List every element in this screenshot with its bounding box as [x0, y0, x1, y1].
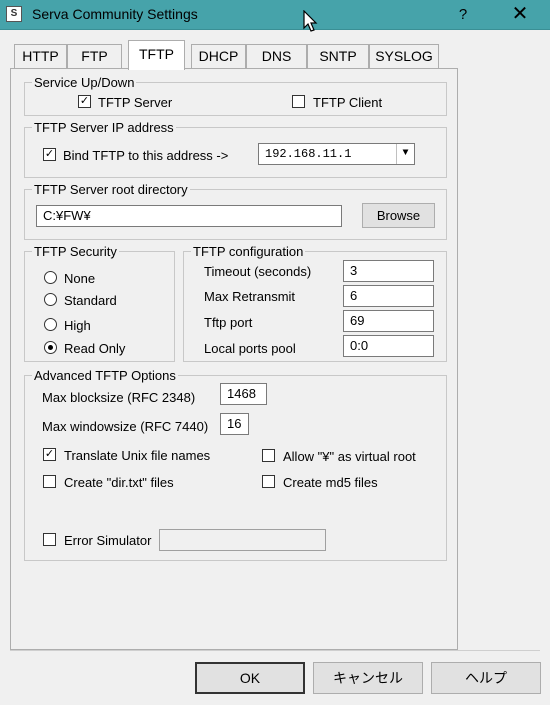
help-title-button[interactable]: ?	[450, 0, 476, 30]
tftp-client-checkbox[interactable]	[292, 95, 305, 108]
security-legend: TFTP Security	[32, 244, 119, 259]
bind-address-checkbox[interactable]: ✓	[43, 148, 56, 161]
max-retransmit-input[interactable]: 6	[343, 285, 434, 307]
title-bar: S Serva Community Settings ? ✕	[0, 0, 550, 32]
timeout-label: Timeout (seconds)	[204, 264, 312, 279]
virtual-root-checkbox[interactable]	[262, 449, 275, 462]
ip-address-combo[interactable]: 192.168.11.1 ▼	[258, 143, 415, 165]
security-standard-radio[interactable]	[44, 293, 57, 306]
separator	[10, 650, 540, 651]
create-dirtxt-label: Create "dir.txt" files	[64, 475, 174, 490]
tab-dhcp[interactable]: DHCP	[191, 44, 246, 68]
virtual-root-label: Allow "¥" as virtual root	[283, 449, 416, 464]
tftp-client-label: TFTP Client	[313, 95, 383, 110]
create-dirtxt-checkbox[interactable]	[43, 475, 56, 488]
tab-syslog[interactable]: SYSLOG	[369, 44, 439, 68]
ip-legend: TFTP Server IP address	[32, 120, 176, 135]
security-high-label: High	[64, 318, 91, 333]
security-high-radio[interactable]	[44, 318, 57, 331]
max-blocksize-input[interactable]: 1468	[220, 383, 267, 405]
security-read-only-radio[interactable]	[44, 341, 57, 354]
translate-unix-checkbox[interactable]: ✓	[43, 448, 56, 461]
tftp-server-label: TFTP Server	[98, 95, 173, 110]
tab-http[interactable]: HTTP	[14, 44, 67, 68]
max-windowsize-label: Max windowsize (RFC 7440)	[42, 419, 209, 434]
tab-dns[interactable]: DNS	[246, 44, 307, 68]
browse-button[interactable]: Browse	[362, 203, 435, 228]
bind-address-label: Bind TFTP to this address ->	[63, 148, 229, 163]
tftp-port-input[interactable]: 69	[343, 310, 434, 332]
app-icon: S	[6, 6, 22, 22]
local-ports-pool-input[interactable]: 0:0	[343, 335, 434, 357]
local-ports-pool-label: Local ports pool	[204, 341, 296, 356]
mouse-cursor-icon	[303, 10, 318, 32]
cancel-button[interactable]: キャンセル	[313, 662, 423, 694]
root-directory-input[interactable]: C:¥FW¥	[36, 205, 342, 227]
timeout-input[interactable]: 3	[343, 260, 434, 282]
create-md5-label: Create md5 files	[283, 475, 378, 490]
security-none-radio[interactable]	[44, 271, 57, 284]
tab-tftp[interactable]: TFTP	[128, 40, 185, 70]
advanced-legend: Advanced TFTP Options	[32, 368, 178, 383]
tftp-port-label: Tftp port	[204, 315, 253, 330]
ip-address-value: 192.168.11.1	[265, 147, 352, 161]
tab-sntp[interactable]: SNTP	[307, 44, 369, 68]
tab-ftp[interactable]: FTP	[67, 44, 122, 68]
max-retransmit-label: Max Retransmit	[204, 289, 296, 304]
config-legend: TFTP configuration	[191, 244, 306, 259]
max-blocksize-label: Max blocksize (RFC 2348)	[42, 390, 196, 405]
error-simulator-input[interactable]	[159, 529, 326, 551]
security-none-label: None	[64, 271, 96, 286]
security-read-only-label: Read Only	[64, 341, 126, 356]
chevron-down-icon[interactable]: ▼	[396, 144, 414, 164]
window-title: Serva Community Settings	[32, 6, 198, 22]
root-legend: TFTP Server root directory	[32, 182, 190, 197]
create-md5-checkbox[interactable]	[262, 475, 275, 488]
error-simulator-checkbox[interactable]	[43, 533, 56, 546]
tftp-server-checkbox[interactable]: ✓	[78, 95, 91, 108]
translate-unix-label: Translate Unix file names	[64, 448, 211, 463]
service-legend: Service Up/Down	[32, 75, 137, 90]
security-standard-label: Standard	[64, 293, 117, 308]
close-button[interactable]: ✕	[506, 0, 534, 30]
max-windowsize-input[interactable]: 16	[220, 413, 249, 435]
error-simulator-label: Error Simulator	[64, 533, 152, 548]
help-button[interactable]: ヘルプ	[431, 662, 541, 694]
ok-button[interactable]: OK	[195, 662, 305, 694]
